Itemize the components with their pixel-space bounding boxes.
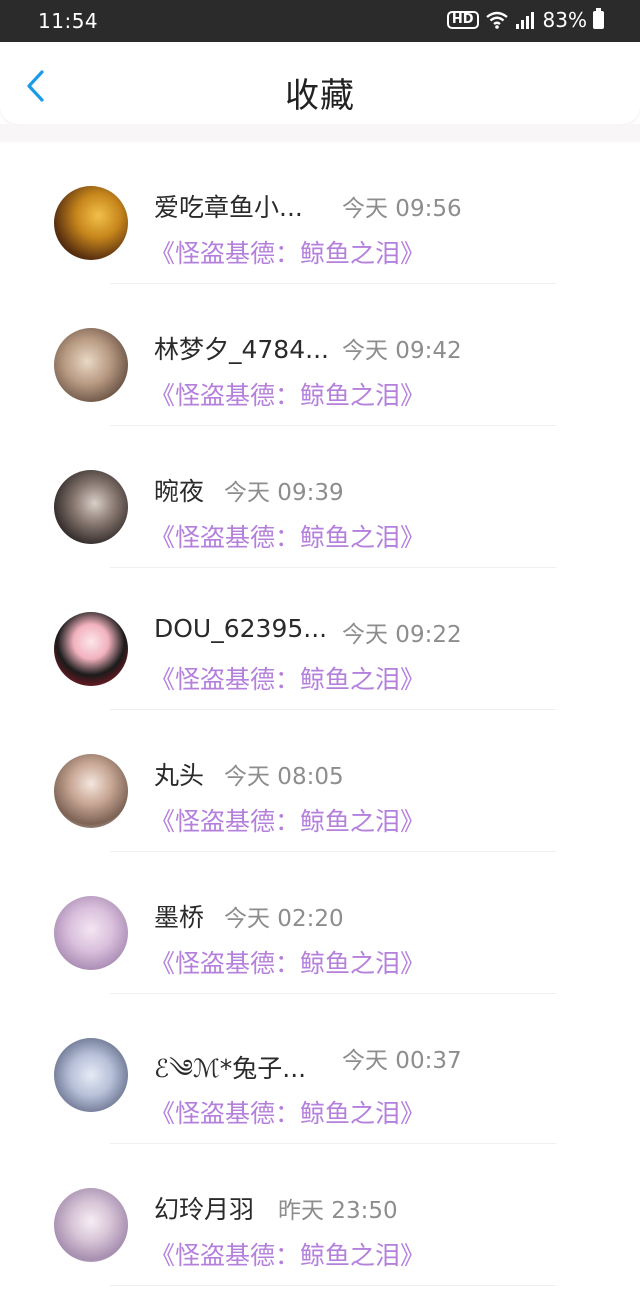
- avatar[interactable]: [54, 1188, 128, 1262]
- work-title-link[interactable]: 《怪盗基德：鲸鱼之泪》: [150, 376, 425, 412]
- signal-icon: [515, 12, 534, 29]
- avatar[interactable]: [54, 754, 128, 828]
- list-item[interactable]: DOU_62395... 今天 09:22 《怪盗基德：鲸鱼之泪》: [0, 568, 640, 710]
- status-icons: HD 83%: [446, 8, 604, 32]
- timestamp: 今天 02:20: [224, 906, 344, 932]
- section-gap: [0, 124, 640, 142]
- user-name[interactable]: 丸头: [154, 756, 204, 792]
- list-item[interactable]: 丸头 今天 08:05 《怪盗基德：鲸鱼之泪》: [0, 710, 640, 852]
- status-bar: 11:54 HD 83%: [0, 0, 640, 42]
- avatar[interactable]: [54, 896, 128, 970]
- list-item[interactable]: 爱吃章鱼小... 今天 09:56 《怪盗基德：鲸鱼之泪》: [0, 142, 640, 284]
- navigation-bar: 收藏: [0, 42, 640, 124]
- list-item[interactable]: 林梦夕_4784... 今天 09:42 《怪盗基德：鲸鱼之泪》: [0, 284, 640, 426]
- user-name[interactable]: 林梦夕_4784...: [154, 330, 329, 366]
- work-title-link[interactable]: 《怪盗基德：鲸鱼之泪》: [150, 1094, 425, 1130]
- user-name[interactable]: 晼夜: [154, 472, 204, 508]
- work-title-link[interactable]: 《怪盗基德：鲸鱼之泪》: [150, 660, 425, 696]
- user-name[interactable]: 墨桥: [154, 898, 204, 934]
- list-item[interactable]: 晼夜 今天 09:39 《怪盗基德：鲸鱼之泪》: [0, 426, 640, 568]
- work-title-link[interactable]: 《怪盗基德：鲸鱼之泪》: [150, 234, 425, 270]
- work-title-link[interactable]: 《怪盗基德：鲸鱼之泪》: [150, 518, 425, 554]
- avatar[interactable]: [54, 186, 128, 260]
- battery-icon: [593, 8, 604, 29]
- wifi-icon: [485, 11, 508, 29]
- work-title-link[interactable]: 《怪盗基德：鲸鱼之泪》: [150, 944, 425, 980]
- timestamp: 今天 09:39: [224, 480, 344, 506]
- work-title-link[interactable]: 《怪盗基德：鲸鱼之泪》: [150, 1236, 425, 1272]
- avatar[interactable]: [54, 612, 128, 686]
- battery-percent: 83%: [542, 8, 587, 32]
- divider: [110, 1285, 556, 1286]
- user-name[interactable]: DOU_62395...: [154, 614, 327, 643]
- timestamp: 今天 00:37: [342, 1048, 462, 1074]
- timestamp: 今天 08:05: [224, 764, 344, 790]
- user-name[interactable]: 幻玲月羽: [154, 1190, 254, 1226]
- timestamp: 昨天 23:50: [278, 1198, 398, 1224]
- avatar[interactable]: [54, 1038, 128, 1112]
- list-item[interactable]: 墨桥 今天 02:20 《怪盗基德：鲸鱼之泪》: [0, 852, 640, 994]
- status-time: 11:54: [38, 9, 99, 33]
- list-item[interactable]: ℰ༄ℳ*兔子... 今天 00:37 《怪盗基德：鲸鱼之泪》: [0, 994, 640, 1144]
- avatar[interactable]: [54, 470, 128, 544]
- work-title-link[interactable]: 《怪盗基德：鲸鱼之泪》: [150, 802, 425, 838]
- avatar[interactable]: [54, 328, 128, 402]
- timestamp: 今天 09:42: [342, 338, 462, 364]
- favorites-list: 爱吃章鱼小... 今天 09:56 《怪盗基德：鲸鱼之泪》 林梦夕_4784..…: [0, 142, 640, 1286]
- list-item[interactable]: 幻玲月羽 昨天 23:50 《怪盗基德：鲸鱼之泪》: [0, 1144, 640, 1286]
- page-title: 收藏: [285, 76, 355, 116]
- hd-badge: HD: [446, 11, 479, 29]
- timestamp: 今天 09:56: [342, 196, 462, 222]
- timestamp: 今天 09:22: [342, 622, 462, 648]
- user-name[interactable]: 爱吃章鱼小...: [154, 188, 303, 224]
